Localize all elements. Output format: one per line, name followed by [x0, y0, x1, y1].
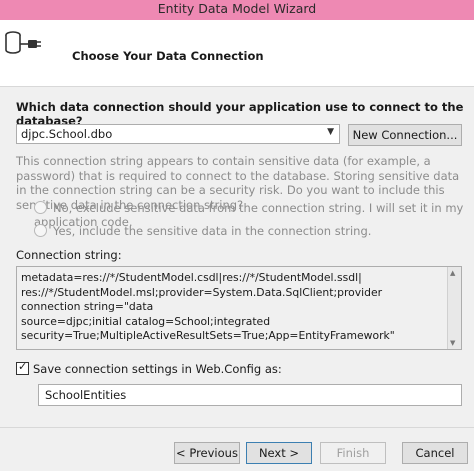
- save-settings-label: Save connection settings in Web.Config a…: [33, 362, 282, 376]
- window-title: Entity Data Model Wizard: [0, 0, 474, 20]
- chevron-down-icon[interactable]: ▼: [327, 127, 334, 137]
- connection-string-text: metadata=res://*/StudentModel.csdl|res:/…: [21, 271, 395, 342]
- cancel-button[interactable]: Cancel: [402, 442, 468, 464]
- entity-name-input[interactable]: SchoolEntities: [38, 384, 462, 406]
- finish-button[interactable]: Finish: [320, 442, 386, 464]
- page-title: Choose Your Data Connection: [72, 49, 264, 63]
- connection-string-label: Connection string:: [16, 248, 122, 262]
- radio-include-label: Yes, include the sensitive data in the c…: [53, 224, 372, 238]
- scroll-up-arrow-icon[interactable]: ▲: [450, 269, 455, 277]
- connection-select[interactable]: djpc.School.dbo ▼: [16, 124, 340, 144]
- radio-button-icon[interactable]: [34, 224, 47, 237]
- scroll-down-arrow-icon[interactable]: ▼: [450, 339, 455, 347]
- entity-name-value: SchoolEntities: [45, 388, 127, 402]
- next-button[interactable]: Next >: [246, 442, 312, 464]
- radio-include-sensitive[interactable]: Yes, include the sensitive data in the c…: [34, 224, 371, 238]
- radio-button-icon[interactable]: [34, 201, 47, 214]
- connection-string-box[interactable]: metadata=res://*/StudentModel.csdl|res:/…: [16, 266, 462, 350]
- save-settings-row[interactable]: ✓ Save connection settings in Web.Config …: [16, 360, 282, 376]
- save-settings-checkbox[interactable]: ✓: [16, 360, 29, 375]
- connection-string-scrollbar[interactable]: ▲ ▼: [447, 267, 461, 349]
- footer-divider: [0, 427, 474, 428]
- checkmark-icon: ✓: [18, 360, 28, 373]
- previous-button[interactable]: < Previous: [174, 442, 240, 464]
- new-connection-button[interactable]: New Connection...: [348, 124, 462, 146]
- database-plug-icon: [5, 31, 41, 54]
- wizard-header: Choose Your Data Connection: [0, 20, 474, 87]
- connection-select-value: djpc.School.dbo: [21, 127, 113, 141]
